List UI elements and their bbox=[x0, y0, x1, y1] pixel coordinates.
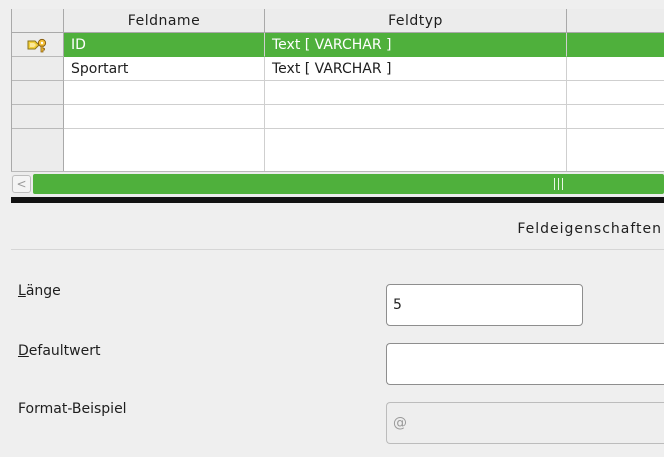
field-type-cell[interactable] bbox=[265, 105, 567, 129]
field-table: Feldname Feldtyp ID Text [ VARCHAR ] Spo… bbox=[11, 9, 664, 171]
row-selector[interactable] bbox=[12, 33, 64, 57]
row-selector[interactable] bbox=[12, 57, 64, 81]
table-design-window: Feldname Feldtyp ID Text [ VARCHAR ] Spo… bbox=[0, 0, 664, 457]
table-empty-area bbox=[12, 129, 664, 171]
field-description-cell[interactable] bbox=[567, 105, 664, 129]
field-type-cell[interactable] bbox=[265, 81, 567, 105]
row-selector-header[interactable] bbox=[12, 9, 64, 33]
horizontal-scrollbar[interactable]: < bbox=[11, 171, 664, 198]
field-name-cell[interactable]: ID bbox=[64, 33, 265, 57]
field-description-cell[interactable] bbox=[567, 81, 664, 105]
table-row[interactable]: Sportart Text [ VARCHAR ] bbox=[12, 57, 664, 81]
field-type-cell[interactable]: Text [ VARCHAR ] bbox=[265, 33, 567, 57]
field-description-cell[interactable] bbox=[567, 33, 664, 57]
format-example-field: @ bbox=[386, 402, 664, 444]
table-header-row: Feldname Feldtyp bbox=[12, 9, 664, 33]
format-example-label: Format-Beispiel bbox=[18, 401, 127, 417]
field-properties-panel: Feldeigenschaften Länge 5 Defaultwert Fo… bbox=[11, 203, 664, 457]
default-value-label: Defaultwert bbox=[18, 343, 101, 359]
row-selector-filler bbox=[12, 129, 64, 171]
table-row[interactable] bbox=[12, 105, 664, 129]
table-filler bbox=[64, 129, 265, 171]
length-field[interactable]: 5 bbox=[386, 284, 583, 326]
scroll-left-button[interactable]: < bbox=[12, 175, 31, 193]
default-value-field[interactable] bbox=[386, 343, 664, 385]
scrollbar-thumb[interactable] bbox=[33, 174, 664, 194]
column-header-beschreibung[interactable] bbox=[567, 9, 664, 33]
table-row[interactable]: ID Text [ VARCHAR ] bbox=[12, 33, 664, 57]
table-row[interactable] bbox=[12, 81, 664, 105]
row-selector[interactable] bbox=[12, 81, 64, 105]
field-name-cell[interactable] bbox=[64, 105, 265, 129]
grip-icon bbox=[551, 178, 567, 190]
field-type-cell[interactable]: Text [ VARCHAR ] bbox=[265, 57, 567, 81]
column-header-feldname[interactable]: Feldname bbox=[64, 9, 265, 33]
field-description-cell[interactable] bbox=[567, 57, 664, 81]
column-header-feldtyp[interactable]: Feldtyp bbox=[265, 9, 567, 33]
table-filler bbox=[265, 129, 567, 171]
field-name-cell[interactable]: Sportart bbox=[64, 57, 265, 81]
field-name-cell[interactable] bbox=[64, 81, 265, 105]
properties-title: Feldeigenschaften bbox=[517, 221, 662, 237]
row-selector[interactable] bbox=[12, 105, 64, 129]
chevron-left-icon: < bbox=[16, 177, 27, 191]
properties-separator bbox=[11, 249, 664, 250]
length-label: Länge bbox=[18, 283, 61, 299]
primary-key-icon bbox=[27, 38, 47, 53]
